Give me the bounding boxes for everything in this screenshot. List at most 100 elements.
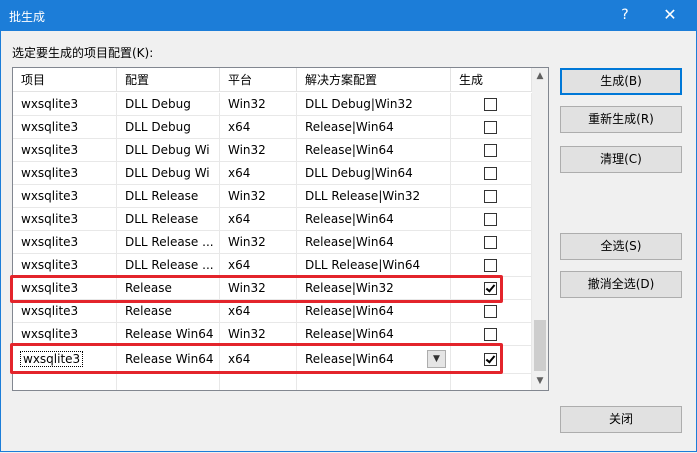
window-title: 批生成: [9, 10, 46, 24]
solution-config-cell[interactable]: Release|Win64: [297, 231, 451, 254]
platform-cell-text: Win32: [228, 189, 266, 203]
deselect-all-button[interactable]: 撤消全选(D): [560, 271, 682, 298]
config-cell-text: DLL Debug Wi: [125, 143, 210, 157]
config-cell: DLL Release ...: [117, 231, 220, 254]
solution-config-cell-text: Release|Win64: [305, 212, 394, 226]
solution-config-cell[interactable]: Release|Win64: [297, 208, 451, 231]
highlight-box: [10, 275, 503, 303]
table-row[interactable]: wxsqlite3 DLL Release ... Win32 Release|Win…: [13, 231, 532, 254]
config-cell-text: DLL Debug: [125, 120, 191, 134]
project-cell: wxsqlite3: [13, 93, 117, 116]
project-cell-text: wxsqlite3: [21, 120, 79, 134]
table-row[interactable]: wxsqlite3 DLL Debug Wi x64 DLL Debug|Win64: [13, 162, 532, 185]
build-checkbox[interactable]: [484, 305, 497, 318]
empty-row: [13, 374, 532, 390]
table-row[interactable]: wxsqlite3 DLL Release x64 Release|Win64: [13, 208, 532, 231]
clean-button[interactable]: 清理(C): [560, 146, 682, 173]
platform-cell: x64: [220, 300, 297, 323]
close-button[interactable]: 关闭: [560, 406, 682, 433]
build-checkbox[interactable]: [484, 98, 497, 111]
solution-config-cell[interactable]: DLL Release|Win64: [297, 254, 451, 277]
rebuild-button[interactable]: 重新生成(R): [560, 106, 682, 133]
project-cell-text: wxsqlite3: [21, 166, 79, 180]
project-cell-text: wxsqlite3: [21, 327, 79, 341]
solution-config-cell[interactable]: DLL Debug|Win64: [297, 162, 451, 185]
build-checkbox[interactable]: [484, 213, 497, 226]
table-row[interactable]: wxsqlite3 DLL Release Win32 DLL Release|Win…: [13, 185, 532, 208]
platform-cell: x64: [220, 254, 297, 277]
scroll-up-icon[interactable]: ▲: [532, 68, 548, 85]
project-cell: wxsqlite3: [13, 208, 117, 231]
table-row[interactable]: wxsqlite3 DLL Debug Wi Win32 Release|Win64: [13, 139, 532, 162]
column-header-platform[interactable]: 平台: [220, 68, 297, 92]
build-checkbox[interactable]: [484, 328, 497, 341]
select-all-button[interactable]: 全选(S): [560, 233, 682, 260]
build-cell: [451, 300, 532, 323]
config-cell-text: DLL Release: [125, 189, 199, 203]
solution-config-cell[interactable]: Release|Win64: [297, 300, 451, 323]
table-row[interactable]: wxsqlite3 DLL Release ... x64 DLL Release|W…: [13, 254, 532, 277]
table-row[interactable]: wxsqlite3 DLL Debug Win32 DLL Debug|Win32: [13, 93, 532, 116]
project-cell-text: wxsqlite3: [21, 189, 79, 203]
vertical-scrollbar[interactable]: ▲ ▼: [532, 68, 548, 390]
platform-cell-text: x64: [228, 212, 251, 226]
platform-cell-text: Win32: [228, 327, 266, 341]
project-cell-text: wxsqlite3: [21, 212, 79, 226]
solution-config-cell-text: Release|Win64: [305, 304, 394, 318]
solution-config-cell-text: DLL Release|Win64: [305, 258, 421, 272]
empty-cell: [297, 374, 451, 390]
project-cell: wxsqlite3: [13, 116, 117, 139]
column-header-project[interactable]: 项目: [13, 68, 117, 92]
scroll-thumb[interactable]: [534, 320, 546, 371]
platform-cell: Win32: [220, 185, 297, 208]
solution-config-cell-text: Release|Win64: [305, 235, 394, 249]
config-cell-text: DLL Release: [125, 212, 199, 226]
platform-cell: x64: [220, 208, 297, 231]
platform-cell: x64: [220, 116, 297, 139]
table-row[interactable]: wxsqlite3 Release x64 Release|Win64: [13, 300, 532, 323]
build-button[interactable]: 生成(B): [560, 68, 682, 95]
project-cell: wxsqlite3: [13, 139, 117, 162]
config-cell-text: DLL Debug Wi: [125, 166, 210, 180]
platform-cell: Win32: [220, 139, 297, 162]
build-cell: [451, 185, 532, 208]
config-cell: DLL Debug: [117, 116, 220, 139]
solution-config-cell[interactable]: DLL Debug|Win32: [297, 93, 451, 116]
build-checkbox[interactable]: [484, 190, 497, 203]
solution-config-cell[interactable]: Release|Win64: [297, 139, 451, 162]
column-header-build[interactable]: 生成: [451, 68, 532, 92]
config-cell: DLL Debug Wi: [117, 162, 220, 185]
column-header-solution-config[interactable]: 解决方案配置: [297, 68, 451, 92]
solution-config-cell[interactable]: DLL Release|Win32: [297, 185, 451, 208]
project-cell-text: wxsqlite3: [21, 143, 79, 157]
build-checkbox[interactable]: [484, 144, 497, 157]
build-cell: [451, 139, 532, 162]
list-header: 项目 配置 平台 解决方案配置 生成: [13, 68, 532, 93]
highlight-box: [10, 343, 503, 374]
project-cell-text: wxsqlite3: [21, 304, 79, 318]
project-cell: wxsqlite3: [13, 162, 117, 185]
build-checkbox[interactable]: [484, 167, 497, 180]
solution-config-cell-text: Release|Win64: [305, 327, 394, 341]
config-cell: Release: [117, 300, 220, 323]
build-checkbox[interactable]: [484, 121, 497, 134]
build-checkbox[interactable]: [484, 236, 497, 249]
build-cell: [451, 162, 532, 185]
config-cell-text: Release Win64: [125, 327, 214, 341]
solution-config-cell[interactable]: Release|Win64: [297, 116, 451, 139]
solution-config-cell-text: Release|Win64: [305, 120, 394, 134]
help-icon[interactable]: ?: [610, 3, 640, 27]
project-cell: wxsqlite3: [13, 254, 117, 277]
platform-cell-text: x64: [228, 166, 251, 180]
project-cell: wxsqlite3: [13, 185, 117, 208]
config-cell-text: Release: [125, 304, 172, 318]
scroll-down-icon[interactable]: ▼: [532, 373, 548, 390]
solution-config-cell-text: DLL Release|Win32: [305, 189, 421, 203]
column-header-config[interactable]: 配置: [117, 68, 220, 92]
table-row[interactable]: wxsqlite3 DLL Debug x64 Release|Win64: [13, 116, 532, 139]
close-icon[interactable]: ✕: [650, 3, 690, 27]
platform-cell-text: x64: [228, 258, 251, 272]
platform-cell: Win32: [220, 93, 297, 116]
config-cell-text: DLL Debug: [125, 97, 191, 111]
build-checkbox[interactable]: [484, 259, 497, 272]
